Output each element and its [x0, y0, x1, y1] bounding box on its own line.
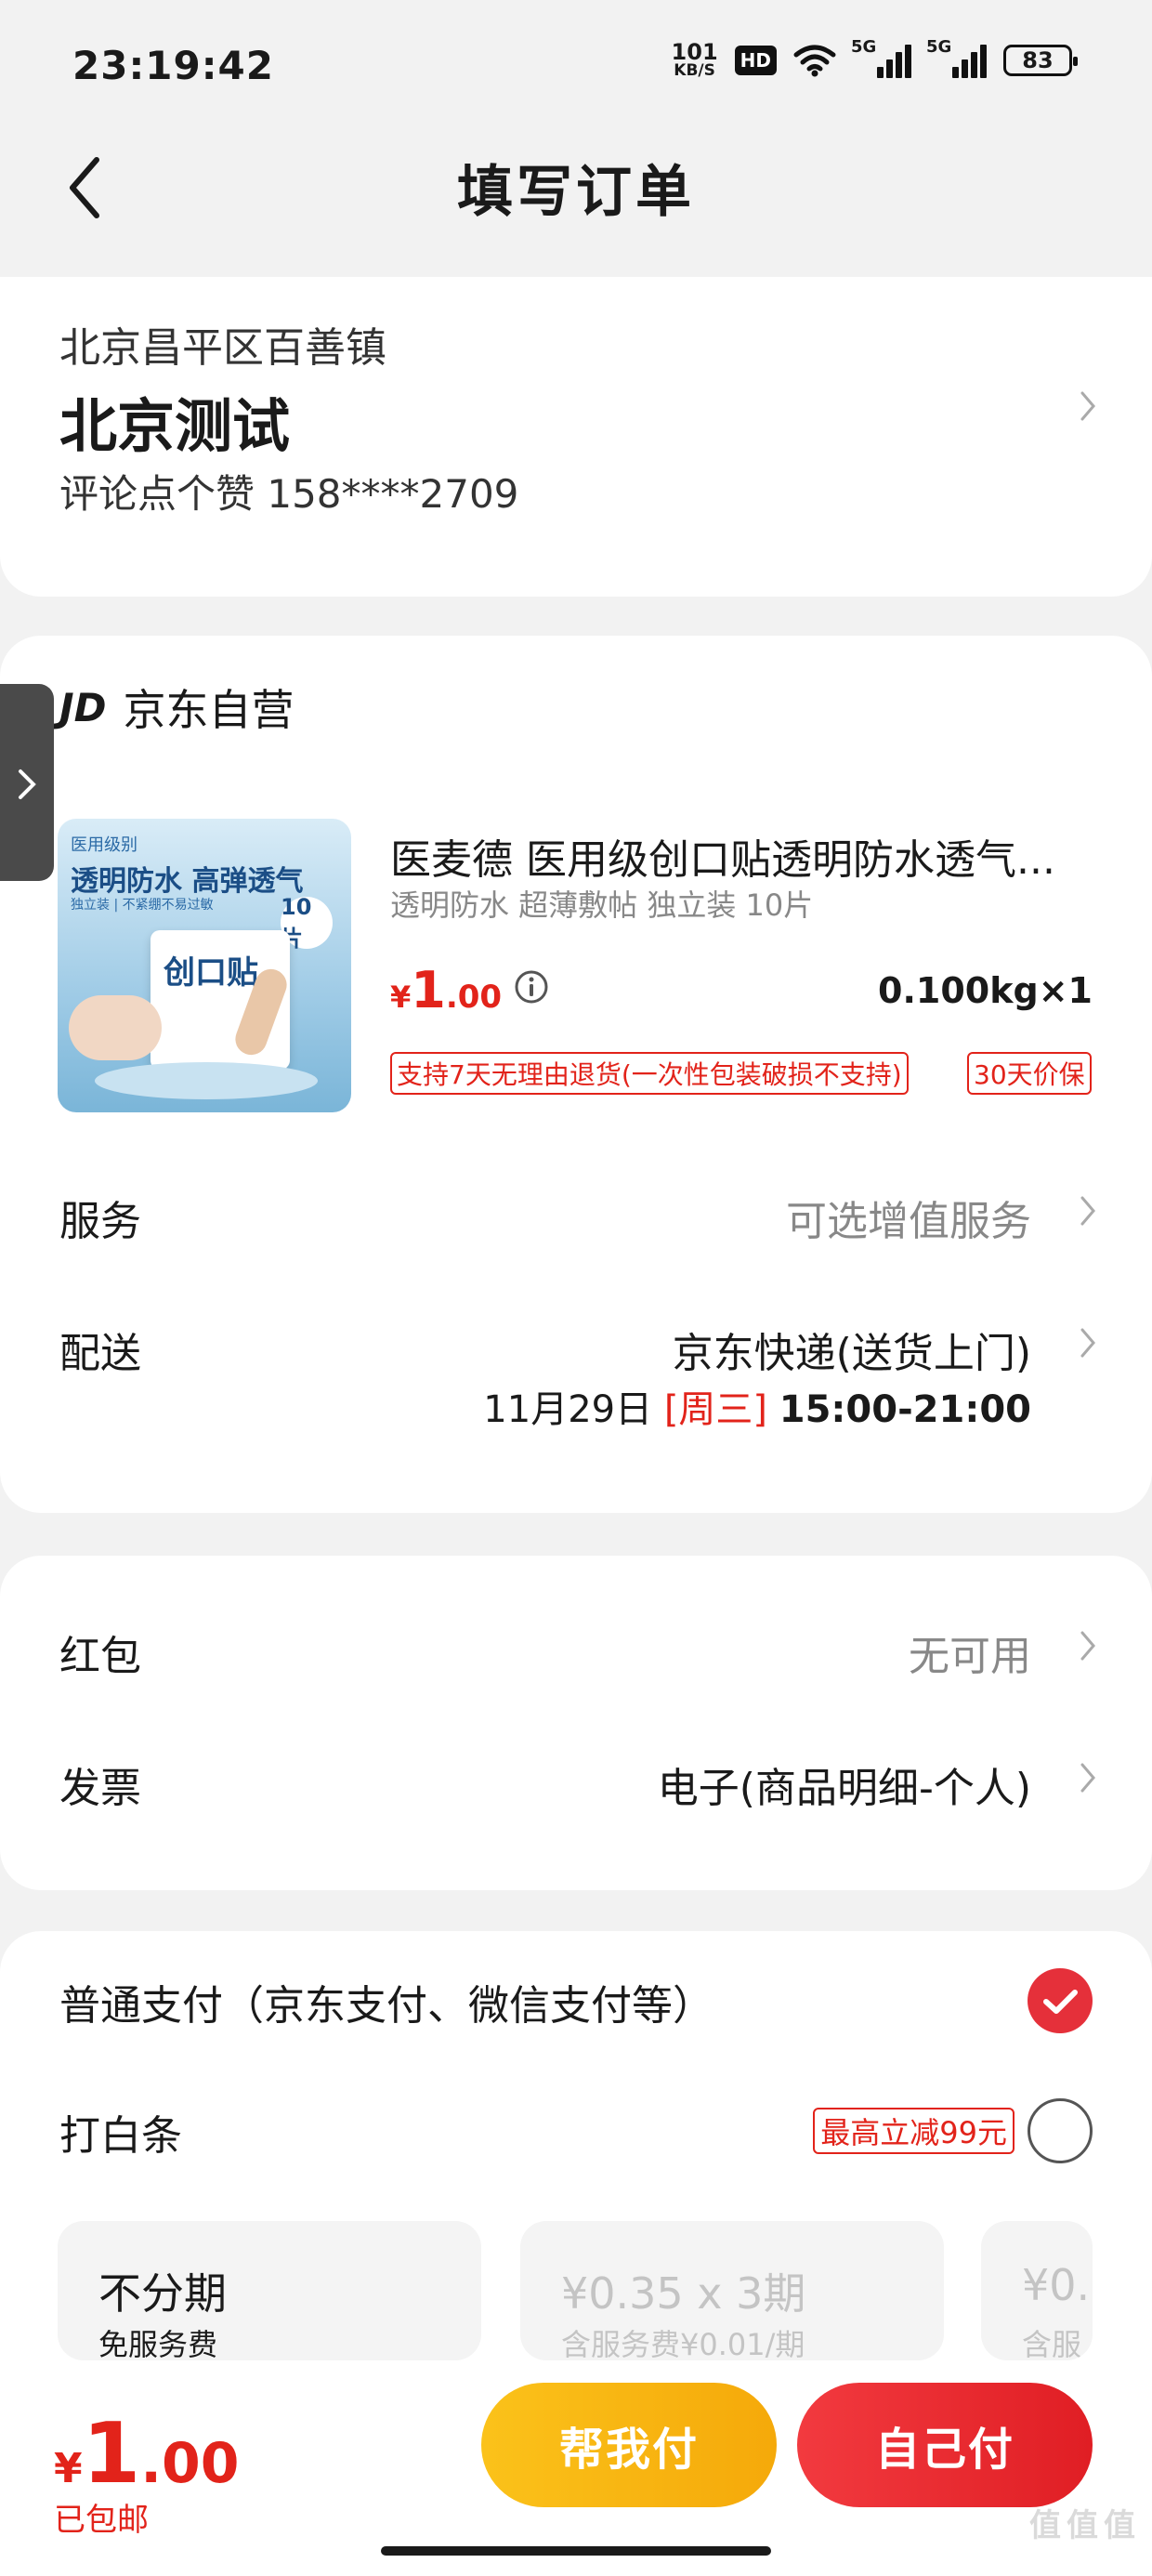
- normal-pay-radio[interactable]: [1028, 1968, 1093, 2033]
- return-policy-tag: 支持7天无理由退货(一次性包装破损不支持): [390, 1052, 909, 1095]
- baitiao-promo-tag: 最高立减99元: [813, 2108, 1015, 2154]
- address-contact: 评论点个赞 158****2709: [59, 471, 519, 517]
- product-spec: 透明防水 超薄敷帖 独立装 10片: [390, 887, 814, 923]
- normal-pay-label[interactable]: 普通支付（京东支付、微信支付等）: [59, 1972, 713, 2031]
- service-value[interactable]: 可选增值服务: [786, 1188, 1031, 1247]
- product-weight-quantity: 0.100kg×1: [878, 970, 1093, 1011]
- installment-subtitle: 免服务费: [98, 2327, 218, 2360]
- installment-option-none[interactable]: 不分期 免服务费: [58, 2221, 481, 2360]
- product-price: ¥ 1 .00: [390, 961, 502, 1019]
- invoice-label: 发票: [59, 1765, 141, 1812]
- chevron-right-icon: [1080, 1196, 1095, 1226]
- battery-icon: 83: [1003, 44, 1078, 76]
- installment-subtitle: 含服务费¥0.01/期: [561, 2327, 805, 2360]
- chevron-right-icon: [1080, 1763, 1095, 1793]
- red-packet-value[interactable]: 无可用: [909, 1623, 1031, 1682]
- self-pay-button[interactable]: 自己付: [797, 2383, 1093, 2507]
- jd-logo: JD: [59, 684, 107, 730]
- delivery-date: 11月29日: [483, 1388, 653, 1431]
- shipping-note: 已包邮: [54, 2502, 149, 2539]
- product-image-subtitle: 独立装 | 不紧绷不易过敏: [71, 898, 214, 913]
- address-card[interactable]: 北京昌平区百善镇 北京测试 评论点个赞 158****2709: [0, 277, 1152, 597]
- status-bar: 23:19:42 101 KB/S HD 5G 5G 83: [0, 0, 1152, 130]
- shop-name: 京东自营: [123, 685, 295, 735]
- side-drawer-handle[interactable]: [0, 684, 54, 881]
- address-detail: 北京测试: [59, 392, 291, 460]
- product-image-plate: [95, 1062, 318, 1099]
- price-integer: 1: [411, 961, 446, 1019]
- hd-icon: HD: [734, 45, 777, 75]
- chevron-right-icon: [1080, 1631, 1095, 1661]
- nav-bar: 填写订单: [0, 130, 1152, 242]
- network-speed: 101 KB/S: [672, 41, 718, 79]
- chevron-right-icon: [1080, 1328, 1095, 1358]
- order-total: ¥ 1 .00: [54, 2405, 240, 2503]
- delivery-label: 配送: [59, 1330, 141, 1377]
- price-decimal: .00: [445, 979, 503, 1016]
- product-image[interactable]: 医用级别 透明防水 高弹透气 独立装 | 不紧绷不易过敏 10片 创口贴: [58, 819, 351, 1112]
- network-speed-unit: KB/S: [674, 61, 715, 80]
- installment-option-more[interactable]: ¥0. 含服务: [981, 2221, 1093, 2360]
- total-decimal: .00: [140, 2431, 240, 2496]
- delivery-method[interactable]: 京东快递(送货上门): [673, 1320, 1031, 1379]
- home-indicator[interactable]: [381, 2546, 771, 2556]
- product-image-title: 透明防水 高弹透气: [71, 865, 304, 898]
- baitiao-radio[interactable]: [1028, 2098, 1093, 2163]
- friend-pay-button[interactable]: 帮我付: [481, 2383, 777, 2507]
- delivery-weekday: [周三]: [663, 1388, 768, 1431]
- signal-icon-sim2: 5G: [926, 37, 987, 78]
- invoice-value[interactable]: 电子(商品明细-个人): [658, 1755, 1031, 1814]
- price-protect-tag: 30天价保: [967, 1052, 1092, 1095]
- chevron-right-icon: [1080, 391, 1095, 421]
- order-items-card: JD 京东自营 医用级别 透明防水 高弹透气 独立装 | 不紧绷不易过敏 10片…: [0, 636, 1152, 1513]
- service-label: 服务: [59, 1198, 141, 1245]
- red-packet-label: 红包: [59, 1633, 141, 1680]
- product-image-box: 创口贴: [151, 930, 292, 1070]
- delivery-window: 15:00-21:00: [779, 1388, 1031, 1431]
- installment-option-3[interactable]: ¥0.35 x 3期 含服务费¥0.01/期: [520, 2221, 944, 2360]
- watermark: 值值值: [1029, 2507, 1141, 2544]
- product-image-hand: [69, 995, 162, 1060]
- chevron-right-icon: [19, 769, 36, 799]
- signal-label-sim2: 5G: [926, 36, 952, 57]
- status-time: 23:19:42: [72, 43, 274, 88]
- shop-header: JD 京东自营: [59, 677, 295, 738]
- baitiao-label[interactable]: 打白条: [59, 2102, 182, 2162]
- product-name[interactable]: 医麦德 医用级创口贴透明防水透气...: [390, 826, 1096, 886]
- signal-label-sim1: 5G: [851, 36, 877, 57]
- delivery-time[interactable]: 11月29日 [周三] 15:00-21:00: [483, 1379, 1031, 1433]
- status-icons: 101 KB/S HD 5G 5G 83: [672, 37, 1078, 79]
- installment-title: ¥0.35 x 3期: [561, 2268, 806, 2319]
- product-image-label: 医用级别: [71, 835, 137, 855]
- installment-title: 不分期: [98, 2268, 227, 2319]
- product-image-box-text: 创口贴: [164, 954, 258, 992]
- checkout-bar: ¥ 1 .00 已包邮 帮我付 自己付: [0, 2364, 1152, 2576]
- total-integer: 1: [82, 2405, 141, 2503]
- coupon-invoice-card: 红包 无可用 发票 电子(商品明细-个人): [0, 1556, 1152, 1890]
- installment-title: ¥0.: [1022, 2260, 1091, 2310]
- info-icon[interactable]: [513, 968, 550, 1005]
- page-title: 填写订单: [457, 160, 695, 225]
- wifi-icon: [793, 45, 836, 76]
- signal-icon-sim1: 5G: [851, 37, 911, 78]
- total-currency: ¥: [54, 2445, 83, 2492]
- network-speed-value: 101: [671, 39, 718, 65]
- checkmark-icon: [1043, 1990, 1078, 2014]
- price-currency: ¥: [390, 979, 412, 1015]
- address-region: 北京昌平区百善镇: [59, 324, 386, 372]
- installment-subtitle: 含服务: [1022, 2327, 1082, 2360]
